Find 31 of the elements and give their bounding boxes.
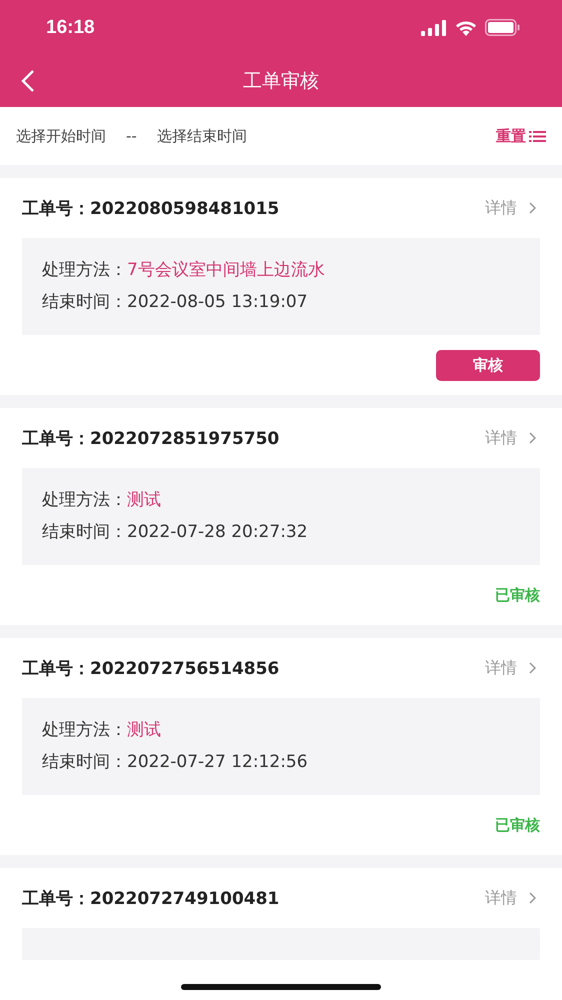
detail-link[interactable]: 详情 xyxy=(485,198,540,218)
start-time-picker[interactable]: 选择开始时间 xyxy=(16,126,106,146)
battery-icon xyxy=(485,19,520,36)
review-status: 已审核 xyxy=(495,816,540,834)
method-text: 处理方法：测试 xyxy=(42,489,162,512)
status-time: 16:18 xyxy=(46,16,95,38)
chevron-right-icon xyxy=(529,202,536,214)
order-number: 工单号：2022072756514856 xyxy=(22,658,280,680)
reset-button[interactable]: 重置 xyxy=(496,126,546,146)
review-button[interactable]: 审核 xyxy=(436,350,540,380)
method-text: 处理方法：测试 xyxy=(42,719,162,742)
end-time-text: 结束时间：2022-08-05 13:19:07 xyxy=(42,291,309,314)
end-time-text: 结束时间：2022-07-27 12:12:56 xyxy=(42,751,309,774)
order-number: 工单号：2022072749100481 xyxy=(22,888,280,910)
review-status: 已审核 xyxy=(495,586,540,604)
end-time-text: 结束时间：2022-07-28 20:27:32 xyxy=(42,521,309,544)
detail-link[interactable]: 详情 xyxy=(485,888,540,908)
chevron-right-icon xyxy=(529,432,536,444)
detail-link[interactable]: 详情 xyxy=(485,428,540,448)
signal-icon xyxy=(421,20,447,36)
order-number: 工单号：2022072851975750 xyxy=(22,428,280,450)
range-separator: -- xyxy=(126,127,137,145)
end-time-picker[interactable]: 选择结束时间 xyxy=(156,126,247,146)
page-title: 工单审核 xyxy=(243,69,319,94)
chevron-right-icon xyxy=(529,662,536,674)
order-number: 工单号：2022080598481015 xyxy=(22,198,280,220)
detail-link[interactable]: 详情 xyxy=(485,658,540,678)
method-text: 处理方法：7号会议室中间墙上边流水 xyxy=(42,259,326,282)
list-icon xyxy=(529,130,546,142)
chevron-right-icon xyxy=(529,892,536,904)
wifi-icon xyxy=(455,20,477,36)
